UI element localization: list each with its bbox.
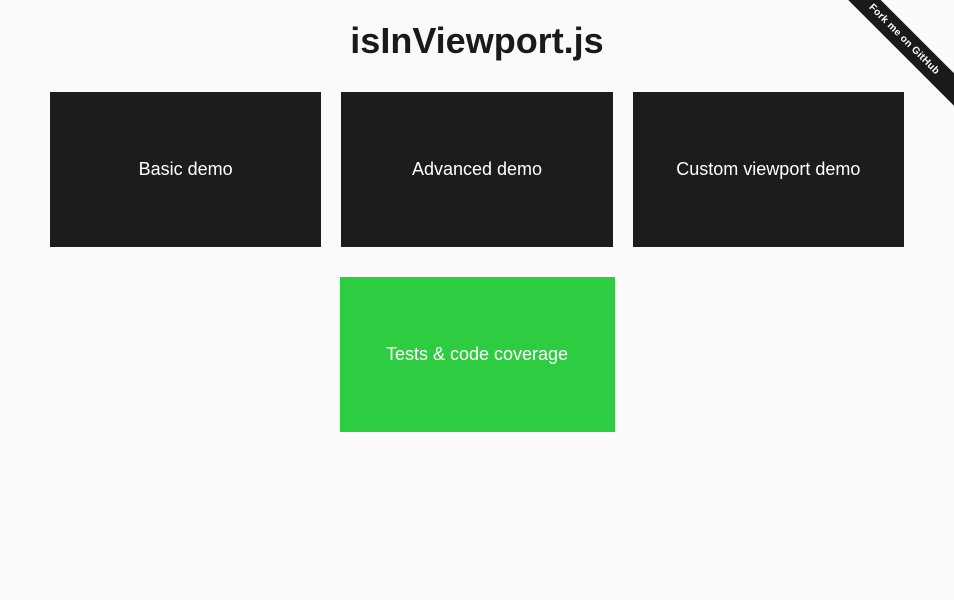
basic-demo-card[interactable]: Basic demo [50,92,321,247]
fork-github-ribbon[interactable]: Fork me on GitHub [832,0,954,111]
tests-coverage-card[interactable]: Tests & code coverage [340,277,615,432]
github-ribbon-container: Fork me on GitHub [804,0,954,150]
basic-demo-label: Basic demo [139,159,233,180]
advanced-demo-label: Advanced demo [412,159,542,180]
advanced-demo-card[interactable]: Advanced demo [341,92,612,247]
tests-coverage-label: Tests & code coverage [386,344,568,365]
demo-cards-row-2: Tests & code coverage [0,277,954,432]
custom-viewport-demo-label: Custom viewport demo [676,159,860,180]
fork-github-label: Fork me on GitHub [866,2,941,77]
